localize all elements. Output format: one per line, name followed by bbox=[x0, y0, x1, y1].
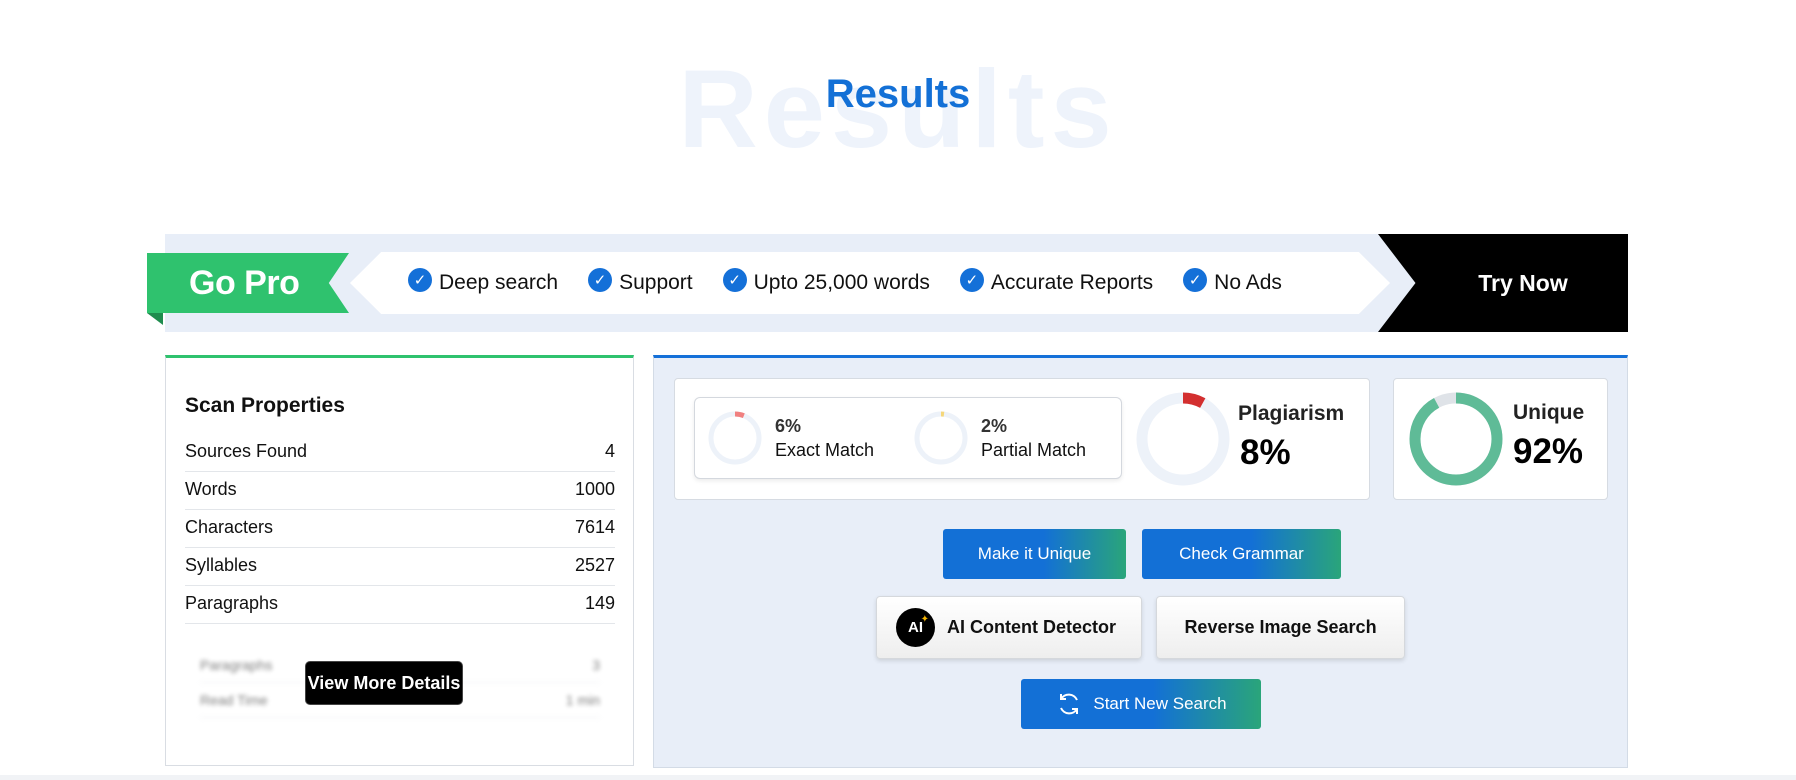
view-more-details-button[interactable]: View More Details bbox=[305, 661, 463, 705]
feature-label: Support bbox=[619, 271, 693, 294]
property-row: Sources Found 4 bbox=[185, 434, 615, 472]
partial-match-percent: 2% bbox=[981, 416, 1008, 436]
reverse-image-search-button[interactable]: Reverse Image Search bbox=[1156, 596, 1405, 659]
exact-match: 6% Exact Match bbox=[707, 410, 874, 466]
plagiarism-label: Plagiarism bbox=[1238, 402, 1345, 425]
unique-label: Unique bbox=[1513, 401, 1585, 424]
try-now-button[interactable]: Try Now bbox=[1378, 234, 1628, 332]
scan-properties-panel: Scan Properties Sources Found 4 Words 1000… bbox=[165, 355, 634, 766]
unique-value: 92% bbox=[1513, 432, 1584, 471]
property-label: Words bbox=[185, 479, 237, 499]
property-label: Syllables bbox=[185, 555, 258, 575]
start-new-search-label: Start New Search bbox=[1093, 694, 1227, 713]
property-value: 4 bbox=[604, 441, 615, 461]
blurred-label: Read Time bbox=[200, 692, 268, 708]
property-label: Sources Found bbox=[185, 441, 308, 461]
unique-donut bbox=[1409, 392, 1503, 486]
property-label: Characters bbox=[185, 517, 274, 537]
feature-label: No Ads bbox=[1214, 271, 1282, 294]
go-pro-badge-fold bbox=[147, 313, 163, 325]
start-new-search-button[interactable]: Start New Search bbox=[1021, 679, 1261, 729]
feature-item: ✓ Accurate Reports bbox=[959, 268, 1154, 295]
property-row: Characters 7614 bbox=[185, 510, 615, 548]
feature-item: ✓ Deep search bbox=[408, 268, 559, 295]
ai-detector-icon: AI ✦ bbox=[896, 608, 935, 647]
feature-item: ✓ Upto 25,000 words bbox=[722, 268, 930, 295]
plagiarism-value: 8% bbox=[1240, 433, 1291, 472]
refresh-icon bbox=[1060, 693, 1079, 715]
plagiarism-donut bbox=[1136, 392, 1230, 486]
results-panel: 6% Exact Match 2% Partial Match Plagiarism… bbox=[653, 355, 1628, 768]
scan-properties-title: Scan Properties bbox=[185, 394, 345, 417]
property-value: 2527 bbox=[574, 555, 615, 575]
exact-match-ring bbox=[708, 411, 762, 465]
match-breakdown: 6% Exact Match 2% Partial Match bbox=[694, 397, 1122, 479]
page-bottom-divider bbox=[0, 775, 1796, 780]
make-it-unique-button[interactable]: Make it Unique bbox=[943, 529, 1126, 579]
go-pro-badge: Go Pro bbox=[147, 253, 349, 313]
partial-match-ring bbox=[914, 411, 968, 465]
blurred-value: 3 bbox=[592, 657, 600, 673]
blurred-label: Paragraphs bbox=[200, 657, 273, 673]
property-value: 7614 bbox=[574, 517, 615, 537]
exact-match-label: Exact Match bbox=[775, 440, 875, 460]
results-heading: Results Results bbox=[0, 40, 1796, 171]
feature-label: Deep search bbox=[439, 271, 559, 294]
scan-properties-list: Sources Found 4 Words 1000 Characters 7614 … bbox=[185, 434, 615, 624]
ai-content-detector-button[interactable]: AI ✦ AI Content Detector bbox=[876, 596, 1142, 659]
partial-match: 2% Partial Match bbox=[913, 410, 1086, 466]
ai-content-detector-label: AI Content Detector bbox=[947, 617, 1117, 637]
check-icon: ✓ bbox=[1183, 268, 1208, 292]
partial-match-label: Partial Match bbox=[981, 440, 1087, 460]
page-title: Results bbox=[825, 72, 971, 116]
feature-label: Accurate Reports bbox=[990, 271, 1154, 294]
feature-label: Upto 25,000 words bbox=[753, 271, 930, 294]
check-icon: ✓ bbox=[722, 268, 747, 292]
property-value: 149 bbox=[584, 593, 615, 613]
property-row: Syllables 2527 bbox=[185, 548, 615, 586]
property-row: Words 1000 bbox=[185, 472, 615, 510]
check-icon: ✓ bbox=[588, 268, 613, 292]
property-value: 1000 bbox=[574, 479, 615, 499]
feature-item: ✓ Support bbox=[588, 268, 693, 295]
exact-match-percent: 6% bbox=[775, 416, 802, 436]
check-grammar-button[interactable]: Check Grammar bbox=[1142, 529, 1341, 579]
blurred-value: 1 min bbox=[565, 692, 600, 708]
pro-features-list: ✓ Deep search ✓ Support ✓ Upto 25,000 words… bbox=[350, 252, 1390, 314]
feature-item: ✓ No Ads bbox=[1183, 268, 1282, 295]
check-icon: ✓ bbox=[959, 268, 984, 292]
plagiarism-card: 6% Exact Match 2% Partial Match Plagiarism… bbox=[674, 378, 1370, 500]
unique-card: Unique 92% bbox=[1393, 378, 1608, 500]
check-icon: ✓ bbox=[408, 268, 432, 292]
property-row: Paragraphs 149 bbox=[185, 586, 615, 624]
property-label: Paragraphs bbox=[185, 593, 279, 613]
